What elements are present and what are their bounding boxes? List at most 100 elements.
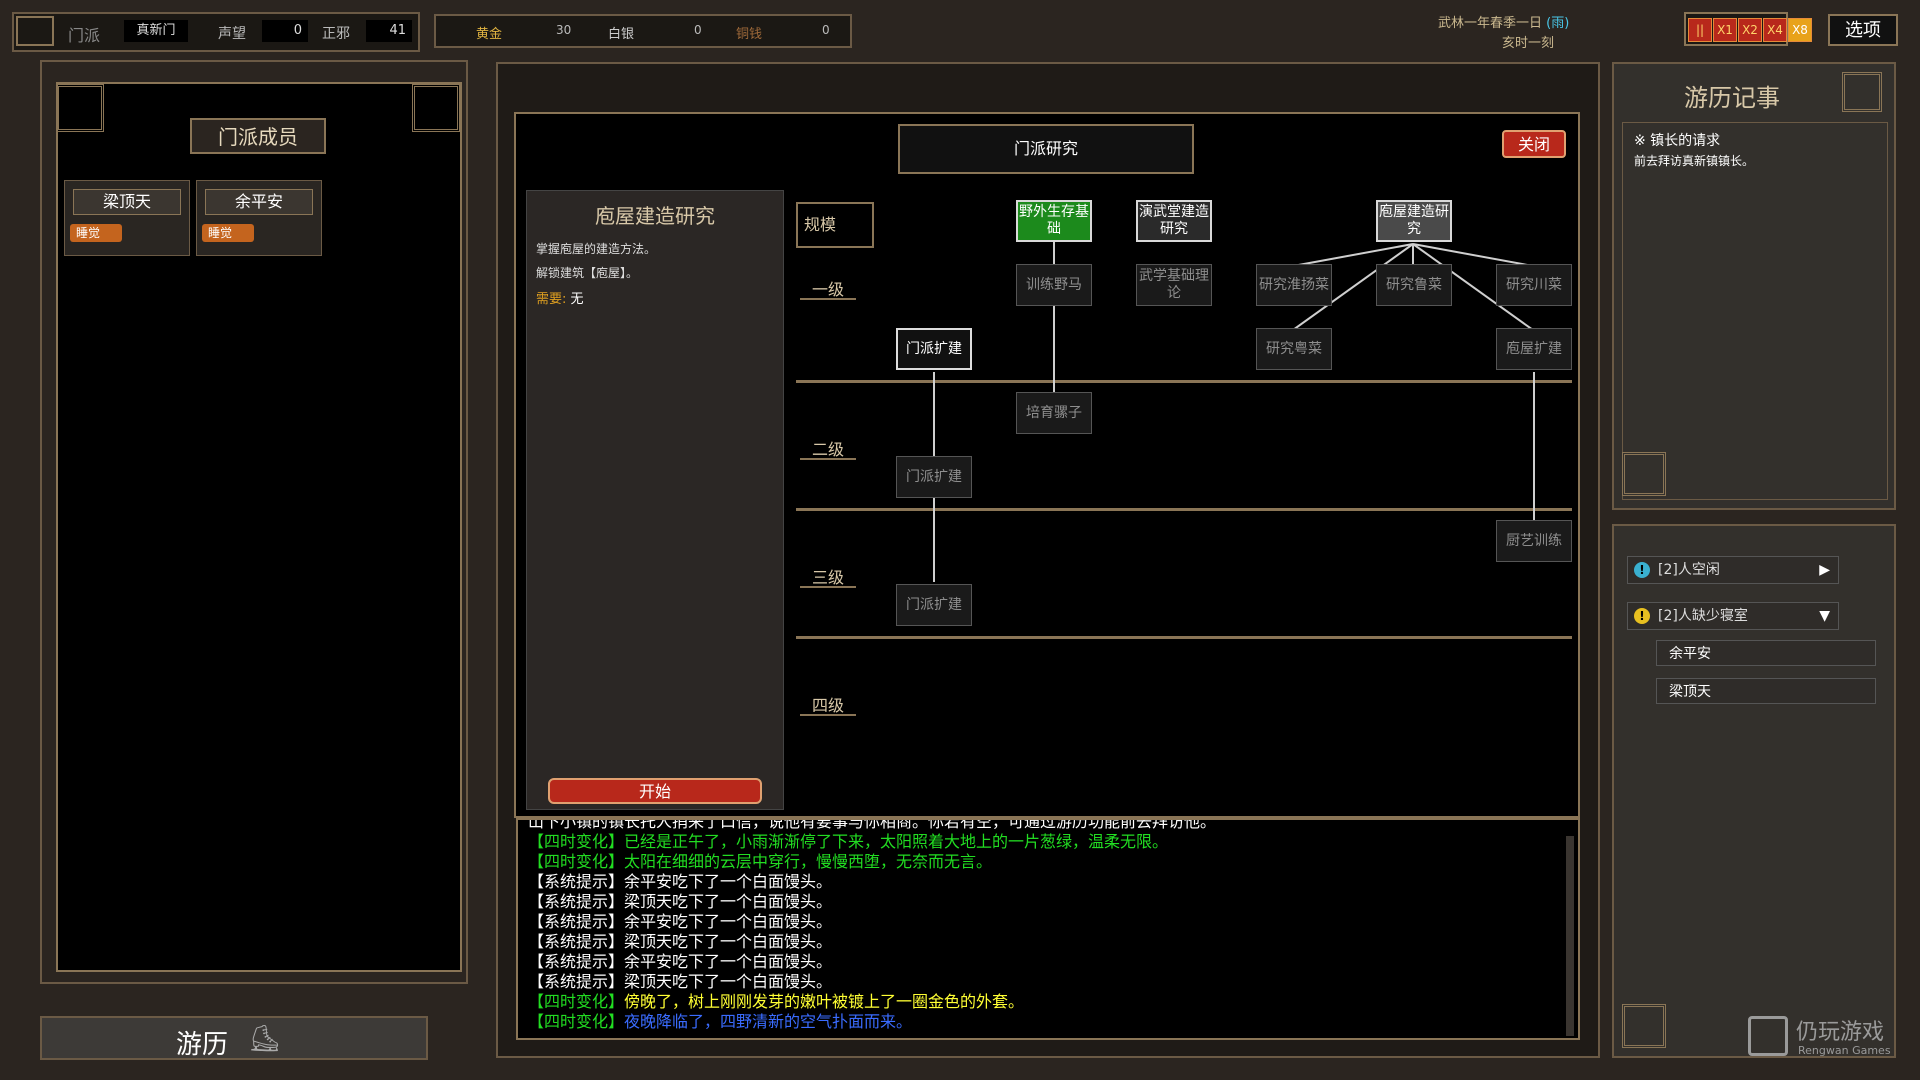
- detail-desc-2: 解锁建筑【庖屋】。: [536, 266, 639, 280]
- journal-ornament-icon: [1842, 72, 1882, 112]
- travel-button[interactable]: 游历 ⛸: [40, 1016, 428, 1060]
- node-lu[interactable]: 研究鲁菜: [1376, 264, 1452, 306]
- date-text: 武林一年春季一日 (雨): [1438, 12, 1569, 31]
- node-train-horse[interactable]: 训练野马: [1016, 264, 1092, 306]
- log-scrollbar[interactable]: [1566, 836, 1574, 1036]
- message-log: 山下小镇的镇长托人捎来了口信，说他有要事与你相商。你若有空，可通过游历功能前去拜…: [516, 818, 1580, 1040]
- node-breed-mule[interactable]: 培育骡子: [1016, 392, 1092, 434]
- bedroom-alert[interactable]: ! [2]人缺少寝室 ▼: [1627, 602, 1839, 630]
- sect-emblem-icon: [16, 16, 54, 46]
- journal-content: [1622, 122, 1888, 500]
- watermark-en: Rengwan Games: [1798, 1044, 1891, 1057]
- node-chef-training[interactable]: 厨艺训练: [1496, 520, 1572, 562]
- node-sect-expand-1[interactable]: 门派扩建: [896, 328, 972, 370]
- copper-value: 0: [822, 23, 830, 37]
- level-label-1: 一级: [800, 276, 856, 300]
- journal-title: 游历记事: [1684, 84, 1780, 112]
- alignment-label: 正邪: [322, 26, 350, 42]
- log-line: 【四时变化】傍晚了，树上刚刚发芽的嫩叶被镀上了一圈金色的外套。: [528, 992, 1025, 1011]
- weather: (雨): [1546, 16, 1570, 31]
- speed-x4-button[interactable]: X4: [1763, 18, 1787, 42]
- members-title: 门派成员: [190, 118, 326, 154]
- log-line: 【系统提示】余平安吃下了一个白面馒头。: [528, 872, 833, 891]
- node-kitchen-expand[interactable]: 庖屋扩建: [1496, 328, 1572, 370]
- alignment-value: 41: [366, 20, 412, 42]
- level-label-2: 二级: [800, 436, 856, 460]
- log-line: 【系统提示】梁顶天吃下了一个白面馒头。: [528, 932, 833, 951]
- corner-ornament-left: [56, 84, 104, 132]
- divider: [796, 636, 1572, 639]
- node-sect-expand-3[interactable]: 门派扩建: [896, 584, 972, 626]
- require-value: 无: [570, 292, 584, 307]
- warning-icon: !: [1634, 608, 1650, 624]
- close-button[interactable]: 关闭: [1502, 130, 1566, 158]
- member-name: 梁顶天: [73, 189, 181, 215]
- options-button[interactable]: 选项: [1828, 14, 1898, 46]
- node-wild-survival[interactable]: 野外生存基础: [1016, 200, 1092, 242]
- silver-label: 白银: [608, 27, 635, 42]
- member-name: 余平安: [205, 189, 313, 215]
- gold-label: 黄金: [476, 27, 503, 42]
- detail-title: 庖屋建造研究: [595, 204, 715, 228]
- silver-value: 0: [694, 23, 702, 37]
- reputation-value: 0: [262, 20, 308, 42]
- node-huaiyang[interactable]: 研究淮扬菜: [1256, 264, 1332, 306]
- member-status-badge: 睡觉: [202, 224, 254, 242]
- node-martial-hall[interactable]: 演武堂建造研究: [1136, 200, 1212, 242]
- research-title: 门派研究: [898, 124, 1194, 174]
- alert-member-item[interactable]: 梁顶天: [1656, 678, 1876, 704]
- node-chuan[interactable]: 研究川菜: [1496, 264, 1572, 306]
- watermark-logo: [1748, 1016, 1788, 1056]
- travel-label: 游历: [176, 1030, 229, 1060]
- log-line: 【四时变化】太阳在细细的云层中穿行，慢慢西堕，无奈而无言。: [528, 852, 993, 871]
- require-label: 需要:: [536, 292, 567, 307]
- alert-member-item[interactable]: 余平安: [1656, 640, 1876, 666]
- boot-icon: ⛸: [248, 1024, 282, 1054]
- copper-label: 铜钱: [736, 27, 763, 42]
- log-line: 【四时变化】夜晚降临了，四野清新的空气扑面而来。: [528, 1012, 913, 1031]
- log-line: 【系统提示】余平安吃下了一个白面馒头。: [528, 952, 833, 971]
- detail-requirement: 需要: 无: [536, 288, 584, 307]
- arrow-right-icon: ▶: [1819, 562, 1830, 578]
- speed-x2-button[interactable]: X2: [1738, 18, 1762, 42]
- node-martial-theory[interactable]: 武学基础理论: [1136, 264, 1212, 306]
- sect-name: 真新门: [124, 20, 188, 42]
- log-line: 【系统提示】梁顶天吃下了一个白面馒头。: [528, 972, 833, 991]
- log-line: 山下小镇的镇长托人捎来了口信，说他有要事与你相商。你若有空，可通过游历功能前去拜…: [528, 818, 1217, 831]
- idle-alert[interactable]: ! [2]人空闲 ▶: [1627, 556, 1839, 584]
- info-icon: !: [1634, 562, 1650, 578]
- log-line: 【系统提示】梁顶天吃下了一个白面馒头。: [528, 892, 833, 911]
- node-kitchen-research[interactable]: 庖屋建造研究: [1376, 200, 1452, 242]
- member-status-badge: 睡觉: [70, 224, 122, 242]
- sect-label: 门派: [68, 26, 101, 45]
- gold-value: 30: [556, 23, 572, 37]
- start-button[interactable]: 开始: [548, 778, 762, 804]
- member-card[interactable]: 余平安 睡觉: [196, 180, 322, 256]
- journal-entry-title[interactable]: ※ 镇长的请求: [1634, 130, 1720, 150]
- scale-label: 规模: [796, 202, 874, 248]
- divider: [796, 380, 1572, 383]
- node-yue[interactable]: 研究粤菜: [1256, 328, 1332, 370]
- watermark-cn: 仍玩游戏: [1796, 1020, 1885, 1045]
- speed-x1-button[interactable]: X1: [1713, 18, 1737, 42]
- corner-ornament-right: [412, 84, 460, 132]
- journal-entry-text: 前去拜访真新镇镇长。: [1634, 154, 1755, 168]
- connector: [1533, 372, 1535, 522]
- idle-alert-label: [2]人空闲: [1658, 562, 1720, 578]
- chevron-down-icon: ▼: [1819, 608, 1830, 624]
- date: 武林一年春季一日: [1438, 16, 1543, 31]
- node-sect-expand-2[interactable]: 门派扩建: [896, 456, 972, 498]
- bedroom-alert-label: [2]人缺少寝室: [1658, 608, 1748, 624]
- speed-x8-button[interactable]: X8: [1788, 18, 1812, 42]
- member-card[interactable]: 梁顶天 睡觉: [64, 180, 190, 256]
- divider: [796, 508, 1572, 511]
- alerts-corner-ornament: [1622, 1004, 1666, 1048]
- log-line: 【四时变化】已经是正午了，小雨渐渐停了下来，太阳照着大地上的一片葱绿，温柔无限。: [528, 832, 1169, 851]
- log-line: 【系统提示】余平安吃下了一个白面馒头。: [528, 912, 833, 931]
- pause-button[interactable]: ||: [1688, 18, 1712, 42]
- journal-corner-ornament: [1622, 452, 1666, 496]
- detail-desc-1: 掌握庖屋的建造方法。: [536, 242, 657, 256]
- level-label-4: 四级: [800, 692, 856, 716]
- time-text: 亥时一刻: [1502, 36, 1555, 51]
- reputation-label: 声望: [218, 26, 246, 42]
